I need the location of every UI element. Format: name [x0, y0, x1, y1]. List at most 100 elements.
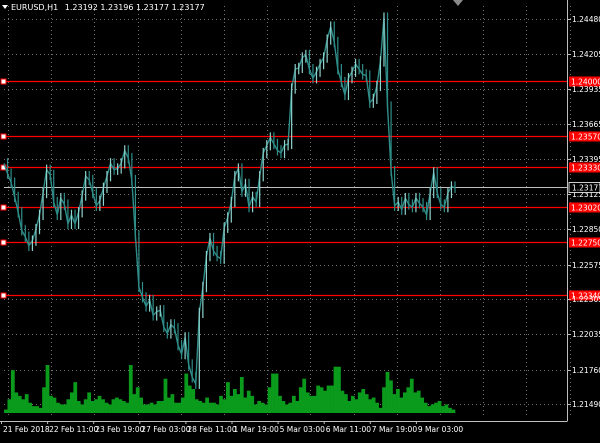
volume-bar — [146, 404, 151, 413]
volume-bar — [319, 387, 324, 413]
volume-bar — [281, 401, 286, 413]
volume-bar — [396, 389, 400, 413]
price-tick-label: 1.22850 — [572, 225, 600, 234]
volume-bar — [399, 397, 404, 413]
current-price-label: 1.23177 — [572, 184, 600, 193]
volume-bar — [323, 390, 327, 413]
volume-bar — [94, 399, 98, 413]
volume-bar — [312, 395, 317, 413]
chart-window[interactable]: 1.24000 1.23570 1.23330 1.23020 1.22750 1.223… — [0, 0, 600, 439]
level-price-label: 1.22750 — [571, 239, 600, 248]
volume-bar — [208, 402, 213, 413]
volume-bar — [427, 406, 432, 413]
horizontal-level[interactable]: 1.22750 — [0, 237, 600, 248]
volume-bar — [441, 406, 445, 413]
volume-bar — [340, 390, 345, 413]
volume-bar — [59, 404, 64, 413]
volume-bar — [173, 402, 178, 413]
volume-bar — [385, 371, 390, 413]
price-tick-label: 1.23395 — [572, 155, 600, 164]
level-handle — [0, 204, 7, 211]
time-axis[interactable]: 21 Feb 2018 22 Feb 11:0023 Feb 19:0027 Fe… — [0, 421, 568, 434]
volume-bar — [38, 407, 43, 413]
volume-bar — [177, 402, 182, 413]
price-tick-label: 1.22575 — [572, 261, 600, 270]
volume-bar — [49, 395, 53, 413]
volume-bar — [232, 389, 237, 413]
volume-bar — [316, 385, 320, 413]
volume-bar — [97, 395, 102, 413]
level-handle — [0, 239, 7, 246]
volume-bar — [406, 387, 411, 413]
volume-bar — [285, 404, 289, 413]
time-tick-label: 21 Feb 2018 — [3, 425, 50, 434]
level-handle — [0, 133, 7, 140]
volume-bar — [430, 404, 435, 413]
volume-bar — [295, 401, 300, 413]
horizontal-level[interactable]: 1.23020 — [0, 202, 600, 213]
level-price-label: 1.23570 — [571, 133, 600, 142]
volume-bar — [378, 407, 383, 413]
time-tick-label: 27 Feb 03:00 — [141, 425, 190, 434]
volume-bar — [229, 395, 234, 413]
horizontal-level[interactable]: 1.24000 — [0, 76, 600, 87]
volume-bar — [21, 399, 26, 413]
volume-bar — [434, 402, 438, 413]
ohlc-values: 1.23192 1.23196 1.23177 1.23177 — [64, 3, 205, 12]
volume-bar — [264, 404, 268, 413]
price-tick-label: 1.21490 — [572, 400, 600, 409]
horizontal-level[interactable]: 1.23570 — [0, 131, 600, 142]
volume-bar — [271, 373, 275, 413]
symbol-timeframe: EURUSD,H1 — [11, 3, 59, 12]
volume-bar — [278, 395, 282, 413]
volume-bar — [260, 402, 265, 413]
volume-bar — [121, 401, 126, 413]
volume-bar — [28, 402, 33, 413]
volume-bar — [420, 397, 425, 413]
volume-bar — [31, 406, 36, 413]
volume-bar — [343, 394, 348, 413]
volume-bar — [451, 409, 456, 413]
volume-bar — [423, 402, 428, 413]
volume-bar — [160, 401, 164, 413]
time-tick-label: 6 Mar 11:00 — [326, 425, 372, 434]
grid-lines — [4, 6, 571, 416]
volume-bar — [153, 404, 157, 413]
volume-bar — [219, 395, 223, 413]
volume-bar — [125, 402, 130, 413]
volume-bars — [4, 365, 456, 413]
volume-bar — [149, 402, 154, 413]
volume-bar — [187, 385, 192, 413]
volume-bar — [288, 402, 293, 413]
volume-bar — [350, 395, 355, 413]
price-tick-label: 1.24480 — [572, 15, 600, 24]
volume-bar — [118, 399, 123, 413]
volume-bar — [156, 401, 161, 413]
volume-bar — [135, 387, 140, 413]
volume-bar — [194, 399, 199, 413]
volume-bar — [302, 378, 307, 413]
horizontal-level[interactable]: 1.23330 — [0, 162, 600, 173]
volume-bar — [239, 377, 244, 413]
volume-bar — [444, 404, 449, 413]
volume-bar — [66, 399, 71, 413]
volume-bar — [409, 378, 414, 413]
price-chart[interactable]: 1.24000 1.23570 1.23330 1.23020 1.22750 1.223… — [0, 0, 600, 439]
time-tick-label: 5 Mar 03:00 — [280, 425, 326, 434]
time-tick-label: 23 Feb 19:00 — [95, 425, 144, 434]
volume-bar — [364, 394, 369, 413]
level-handle — [0, 78, 7, 85]
volume-bar — [371, 397, 376, 413]
volume-bar — [253, 404, 258, 413]
volume-bar — [14, 392, 19, 413]
volume-bar — [4, 409, 8, 413]
volume-bar — [347, 401, 352, 413]
volume-bar — [333, 366, 338, 413]
volume-bar — [448, 407, 452, 413]
volume-bar — [205, 397, 209, 413]
volume-bar — [236, 394, 241, 413]
volume-bar — [416, 390, 421, 413]
volume-bar — [83, 399, 88, 413]
price-line — [3, 12, 456, 389]
scroll-shift-icon[interactable] — [453, 0, 463, 6]
